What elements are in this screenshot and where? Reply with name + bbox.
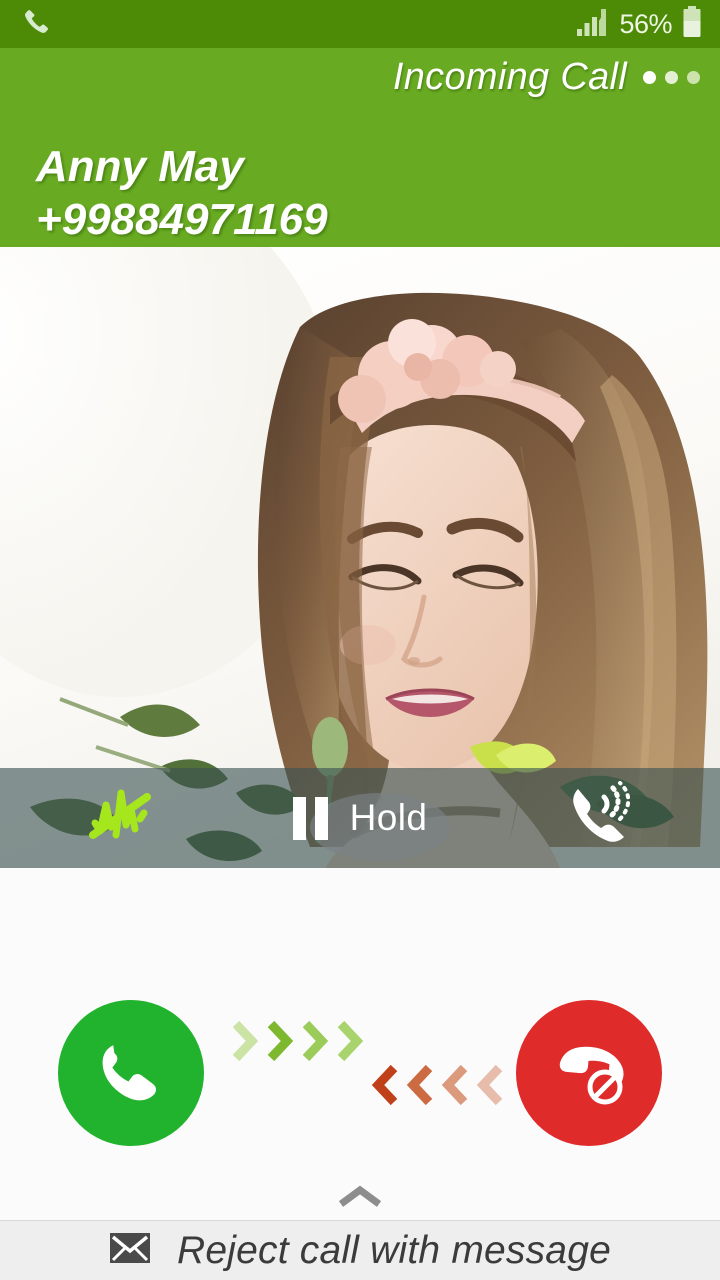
hold-label: Hold	[349, 797, 428, 838]
contact-info: Anny May +99884971169	[36, 143, 328, 244]
chevron-up-icon	[335, 1184, 385, 1215]
status-bar-right: 56%	[575, 5, 720, 43]
chevron-left-icon	[403, 1062, 437, 1113]
chevron-left-icon	[438, 1062, 472, 1113]
chevron-right-icon	[263, 1018, 297, 1069]
pause-icon	[292, 796, 328, 840]
reject-call-icon	[547, 1029, 631, 1118]
chevron-left-icon	[473, 1062, 507, 1113]
answer-call-icon	[91, 1031, 171, 1116]
envelope-icon	[109, 1232, 151, 1269]
hold-button[interactable]: Hold	[240, 796, 480, 840]
contact-number: +99884971169	[36, 194, 328, 244]
in-call-control-bar: Hold	[0, 768, 720, 868]
chevron-left-icon	[368, 1062, 402, 1113]
header-top-row: Incoming Call	[393, 56, 704, 99]
reject-with-message-label: Reject call with message	[177, 1228, 611, 1272]
chevron-right-icon	[333, 1018, 367, 1069]
status-bar: 56%	[0, 0, 720, 48]
call-state-label: Incoming Call	[392, 56, 627, 98]
more-options-icon[interactable]	[643, 71, 704, 84]
noise-cancel-button[interactable]	[0, 783, 240, 854]
chevron-right-icon	[228, 1018, 262, 1069]
swipe-right-hint	[228, 1018, 367, 1069]
swipe-left-hint	[368, 1062, 507, 1113]
noise-cancel-waveform-icon	[83, 783, 157, 854]
drawer-handle[interactable]	[0, 1178, 720, 1220]
battery-icon	[682, 5, 702, 43]
chevron-right-icon	[298, 1018, 332, 1069]
phone-ringing-icon	[564, 780, 636, 856]
battery-percent-label: 56%	[619, 8, 672, 39]
incoming-call-screen: 56% Incoming Call Anny May +99884971169	[0, 0, 720, 1280]
reject-call-button[interactable]	[516, 1000, 662, 1146]
call-header: Incoming Call Anny May +99884971169	[0, 48, 720, 247]
answer-call-button[interactable]	[58, 1000, 204, 1146]
speaker-button[interactable]	[480, 780, 720, 856]
contact-name: Anny May	[36, 142, 244, 191]
signal-bars-icon	[575, 7, 609, 42]
status-bar-left	[0, 7, 52, 42]
phone-handset-icon	[22, 7, 52, 42]
reject-with-message-button[interactable]: Reject call with message	[0, 1221, 720, 1280]
